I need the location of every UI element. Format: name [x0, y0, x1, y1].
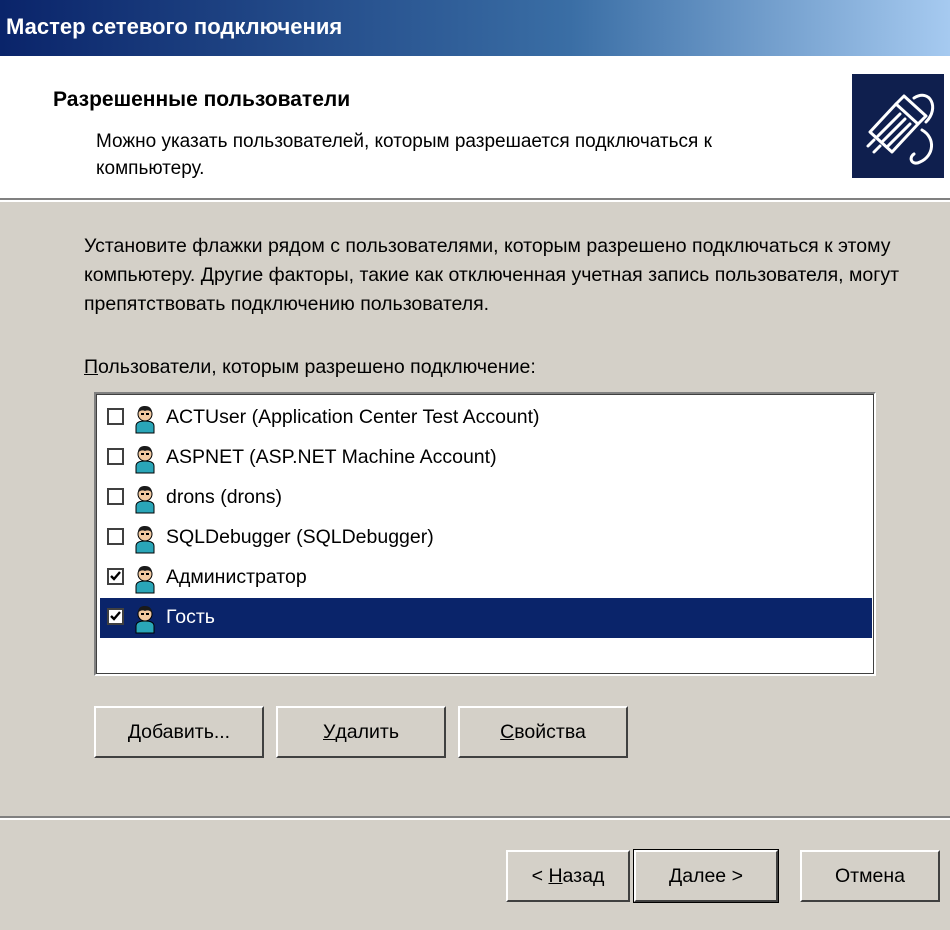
- user-icon: [132, 524, 158, 554]
- user-list-item-label: Администратор: [166, 566, 307, 588]
- user-icon: [132, 484, 158, 514]
- user-list-item-label: Гость: [166, 606, 215, 628]
- footer-divider: [0, 816, 950, 820]
- back-button-mnemonic: Н: [548, 864, 563, 887]
- user-checkbox[interactable]: [107, 568, 124, 585]
- properties-button[interactable]: Свойства: [458, 706, 628, 758]
- user-checkbox[interactable]: [107, 608, 124, 625]
- header-divider: [0, 198, 950, 202]
- user-list-item[interactable]: ACTUser (Application Center Test Account…: [100, 398, 872, 438]
- users-list-label: Пользователи, которым разрешено подключе…: [84, 356, 536, 379]
- user-icon: [132, 564, 158, 594]
- remove-user-button[interactable]: Удалить: [276, 706, 446, 758]
- list-label-text: ользователи, которым разрешено подключен…: [98, 356, 536, 378]
- user-checkbox[interactable]: [107, 488, 124, 505]
- next-button-label: Далее >: [669, 864, 743, 887]
- user-checkbox[interactable]: [107, 448, 124, 465]
- user-list-item[interactable]: ASPNET (ASP.NET Machine Account): [100, 438, 872, 478]
- wizard-header: Разрешенные пользователи Можно указать п…: [0, 56, 950, 198]
- user-list-item-label: ACTUser (Application Center Test Account…: [166, 406, 540, 428]
- user-list-item-label: SQLDebugger (SQLDebugger): [166, 526, 434, 548]
- user-checkbox[interactable]: [107, 408, 124, 425]
- user-icon: [132, 404, 158, 434]
- back-button[interactable]: < Назад: [506, 850, 630, 902]
- properties-button-label: войства: [514, 720, 586, 743]
- window-title: Мастер сетевого подключения: [6, 14, 343, 39]
- back-button-prefix: <: [531, 864, 549, 887]
- properties-button-mnemonic: С: [500, 720, 515, 743]
- add-button-mnemonic: Д: [127, 720, 142, 743]
- network-cable-icon: [852, 74, 944, 178]
- page-subtitle: Можно указать пользователей, которым раз…: [96, 131, 712, 179]
- user-list-item[interactable]: drons (drons): [100, 478, 872, 518]
- list-label-mnemonic: П: [84, 356, 99, 378]
- user-list-item-label: ASPNET (ASP.NET Machine Account): [166, 446, 497, 468]
- network-connection-wizard: Мастер сетевого подключения Разрешенные …: [0, 0, 950, 930]
- next-button[interactable]: Далее >: [633, 849, 779, 903]
- remove-button-mnemonic: У: [323, 720, 336, 743]
- back-button-label: азад: [562, 864, 605, 887]
- user-icon: [132, 444, 158, 474]
- user-list-item[interactable]: Гость: [100, 598, 872, 638]
- user-list-item[interactable]: SQLDebugger (SQLDebugger): [100, 518, 872, 558]
- add-user-button[interactable]: Добавить...: [94, 706, 264, 758]
- cancel-button-label: Отмена: [835, 864, 905, 887]
- users-listbox[interactable]: ACTUser (Application Center Test Account…: [94, 392, 876, 676]
- user-checkbox[interactable]: [107, 528, 124, 545]
- title-bar[interactable]: Мастер сетевого подключения: [0, 0, 950, 56]
- user-list-item-label: drons (drons): [166, 486, 282, 508]
- page-title: Разрешенные пользователи: [53, 88, 351, 111]
- add-button-label: обавить...: [141, 720, 231, 743]
- user-icon: [132, 604, 158, 634]
- instructions-text: Установите флажки рядом с пользователями…: [84, 235, 900, 315]
- user-list-item[interactable]: Администратор: [100, 558, 872, 598]
- cancel-button[interactable]: Отмена: [800, 850, 940, 902]
- remove-button-label: далить: [335, 720, 399, 743]
